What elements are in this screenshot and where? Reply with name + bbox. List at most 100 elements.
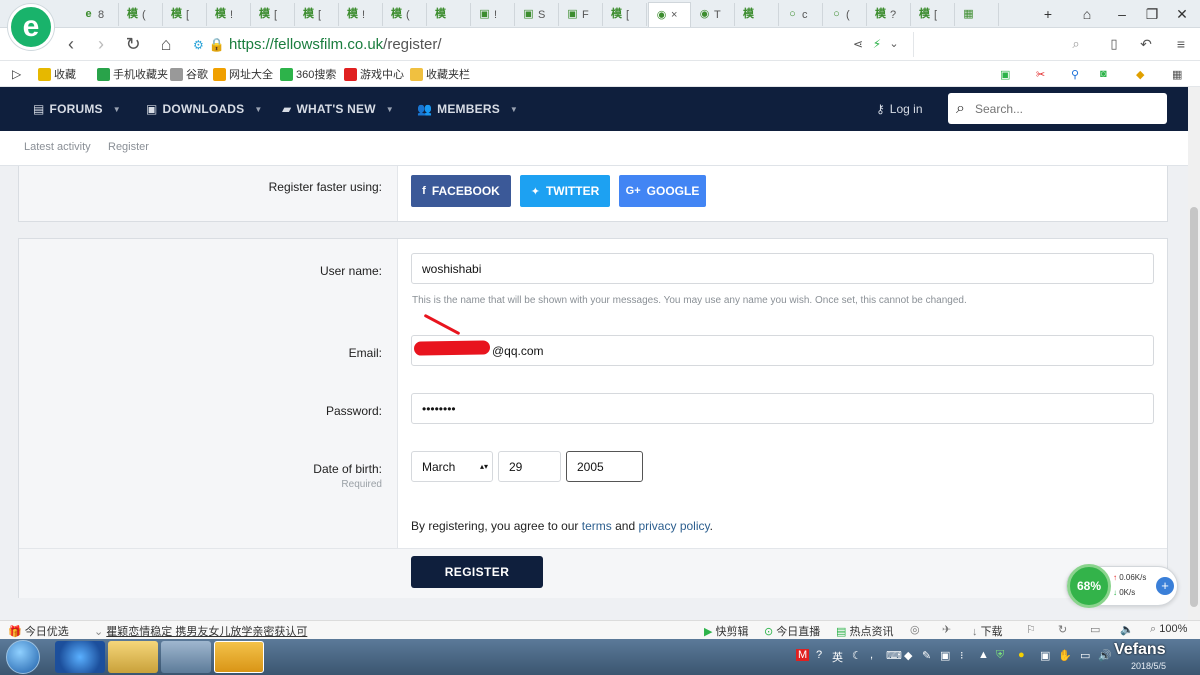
maximize-button[interactable]: ❐ <box>1140 4 1164 24</box>
browser-tab[interactable]: ▣ S <box>516 3 559 26</box>
tray-m-icon[interactable]: M <box>796 649 810 661</box>
browser-tab[interactable]: 模( <box>384 3 427 26</box>
scrollbar-thumb[interactable] <box>1190 207 1198 607</box>
nav-downloads[interactable]: ▣ DOWNLOADS ▼ <box>146 87 262 131</box>
search-input[interactable] <box>974 101 1145 116</box>
browser-tab[interactable]: ▣! <box>472 3 515 26</box>
chevron-down-icon[interactable]: ▼ <box>386 105 394 114</box>
bookmark-item[interactable]: 游戏中心 <box>344 65 404 83</box>
subnav-latest-activity[interactable]: Latest activity <box>24 141 91 153</box>
zoom-level[interactable]: ⌕ 100% <box>1150 623 1187 636</box>
volume-icon[interactable]: 🔊 <box>1098 649 1112 662</box>
tab-label[interactable]: × <box>671 9 677 21</box>
undo-icon[interactable]: ↶ <box>1134 33 1158 55</box>
password-field[interactable]: •••••••• <box>411 393 1154 424</box>
browser-tab[interactable]: 模 <box>736 3 779 26</box>
add-icon[interactable]: + <box>1156 577 1174 595</box>
twitter-button[interactable]: ✦ TWITTER <box>520 175 610 207</box>
chevron-down-icon[interactable]: ▼ <box>254 105 262 114</box>
browser-tab[interactable]: 模[ <box>164 3 207 26</box>
security-icon[interactable]: ● <box>1018 649 1025 661</box>
browser-taskbar-icon[interactable] <box>214 641 264 673</box>
forward-icon[interactable]: › <box>89 33 113 55</box>
dob-year-field[interactable]: 2005 <box>566 451 643 482</box>
extension-icon[interactable]: ◆ <box>1136 65 1144 83</box>
browser-tab[interactable]: ○ c <box>780 3 823 26</box>
privacy-policy-link[interactable]: privacy policy <box>638 519 709 533</box>
browser-tab[interactable]: 模[ <box>252 3 295 26</box>
browser-tab[interactable]: ▣ F <box>560 3 603 26</box>
tray-settings-icon[interactable]: ▣ <box>940 649 950 662</box>
nav-members[interactable]: 👥 MEMBERS ▼ <box>417 87 518 131</box>
register-button[interactable]: REGISTER <box>411 556 543 588</box>
network-icon[interactable]: ▭ <box>1080 649 1090 662</box>
home-icon[interactable]: ⌂ <box>154 33 178 55</box>
tray-more-icon[interactable]: ⁝ <box>960 649 964 662</box>
refresh-icon[interactable]: ↻ <box>1058 623 1067 636</box>
browser-tab[interactable]: ◉ T <box>692 3 735 26</box>
tab-list-icon[interactable]: ⌂ <box>1075 4 1099 24</box>
browser-tab[interactable]: ▦ <box>956 3 999 26</box>
bookmark-item[interactable]: 谷歌 <box>170 65 208 83</box>
bookmark-item[interactable]: 收藏 <box>38 65 76 83</box>
sound-icon[interactable]: 🔈 <box>1120 623 1134 636</box>
facebook-button[interactable]: f FACEBOOK <box>411 175 511 207</box>
new-tab-button[interactable]: + <box>1036 4 1060 24</box>
page-scrollbar[interactable] <box>1188 87 1200 620</box>
cpu-usage-ring[interactable]: 68% <box>1067 564 1111 608</box>
bookmark-item[interactable]: 手机收藏夹 <box>97 65 168 83</box>
kuaijian[interactable]: ▶ 快剪辑 <box>704 623 749 639</box>
back-icon[interactable]: ‹ <box>59 33 83 55</box>
game-icon[interactable]: ◙ <box>1100 65 1107 83</box>
sidebar-toggle-icon[interactable]: ▷ <box>12 65 21 83</box>
browser-tab[interactable]: e8 <box>76 3 119 26</box>
plugin-icon[interactable]: ▣ <box>1000 65 1010 83</box>
punctuation-icon[interactable]: , <box>870 649 873 661</box>
apps-grid-icon[interactable]: ▦ <box>1172 65 1182 83</box>
tray-app2-icon[interactable]: ▣ <box>1040 649 1050 662</box>
news-headline[interactable]: ⌄ 瞿颖恋情稳定 携男友女儿放学亲密获认可 <box>94 623 307 639</box>
browser-tab[interactable]: 模[ <box>296 3 339 26</box>
rocket-icon[interactable]: ✈ <box>942 623 951 636</box>
chevron-down-icon[interactable]: ▼ <box>113 105 121 114</box>
username-field[interactable]: woshishabi <box>411 253 1154 284</box>
shield-icon[interactable]: ⛨ <box>996 649 1004 662</box>
subnav-register[interactable]: Register <box>108 141 149 153</box>
nav-forums[interactable]: ▤ FORUMS ▼ <box>33 87 121 131</box>
browser-tab[interactable]: 模( <box>120 3 163 26</box>
browser-logo-icon[interactable]: e <box>8 4 54 50</box>
today-live[interactable]: ⊙ 今日直播 <box>764 623 820 639</box>
magnifier-icon[interactable]: ⚲ <box>1071 65 1079 83</box>
media-player-icon[interactable] <box>161 641 211 673</box>
tray-help-icon[interactable]: ? <box>816 649 822 661</box>
hot-news[interactable]: ▤ 热点资讯 <box>836 623 893 639</box>
start-button[interactable] <box>6 640 40 674</box>
close-window-button[interactable]: ✕ <box>1170 4 1194 24</box>
today-pick[interactable]: 🎁 今日优选 <box>8 623 69 639</box>
mobile-icon[interactable]: ▯ <box>1102 33 1126 55</box>
chevron-down-icon[interactable]: ⌄ <box>882 33 906 55</box>
bookmark-item[interactable]: 360搜索 <box>280 65 336 83</box>
window-icon[interactable]: ▭ <box>1090 623 1100 636</box>
minimize-button[interactable]: – <box>1110 4 1134 24</box>
menu-icon[interactable]: ≡ <box>1169 33 1193 55</box>
chevron-down-icon[interactable]: ▼ <box>510 105 518 114</box>
search-icon[interactable]: ⌕ <box>1064 33 1088 55</box>
tray-hand-icon[interactable]: ✋ <box>1058 649 1072 662</box>
bookmark-item[interactable]: 收藏夹栏 <box>410 65 470 83</box>
browser-tab[interactable]: ○( <box>824 3 867 26</box>
bookmark-item[interactable]: 网址大全 <box>213 65 273 83</box>
dob-day-field[interactable]: 29 <box>498 451 561 482</box>
url-field[interactable]: ⚙ 🔒 https://fellowsfilm.co.uk/register/ <box>193 32 909 57</box>
tray-app-icon[interactable]: ◆ <box>904 649 912 662</box>
downloads-status[interactable]: ↓ 下载 <box>972 623 1003 639</box>
reload-icon[interactable]: ↻ <box>121 33 145 55</box>
ime-indicator[interactable]: 英 <box>832 649 843 665</box>
flag-icon[interactable]: ⚐ <box>1026 623 1036 636</box>
explorer-icon[interactable] <box>108 641 158 673</box>
moon-icon[interactable]: ☾ <box>852 649 862 662</box>
email-field[interactable]: @qq.com <box>411 335 1154 366</box>
keyboard-icon[interactable]: ⌨ <box>886 649 902 662</box>
cut-icon[interactable]: ✂ <box>1036 65 1045 83</box>
dob-month-select[interactable]: March ▴▾ <box>411 451 493 482</box>
